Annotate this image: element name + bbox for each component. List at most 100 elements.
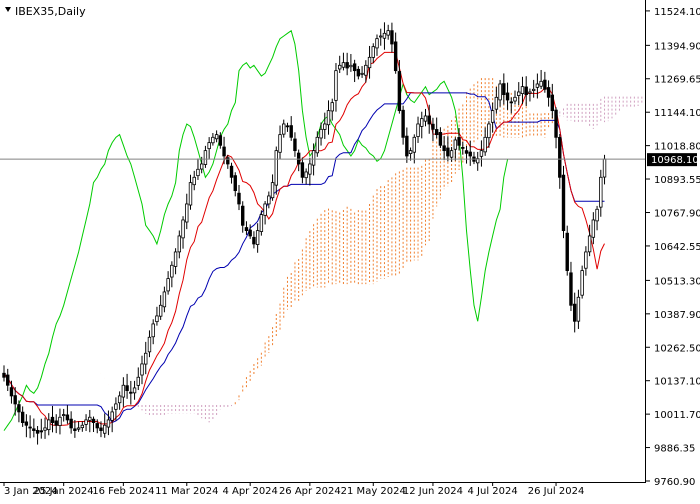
candle-up (278, 134, 282, 153)
candle-up (211, 136, 215, 144)
candle-up (498, 83, 502, 101)
candle-down (554, 109, 558, 138)
candle-up (170, 264, 174, 278)
candle-down (289, 125, 293, 138)
candle-up (449, 150, 454, 158)
candle-down (2, 372, 6, 378)
candle-down (285, 125, 290, 128)
candle-up (349, 64, 353, 68)
candle-up (84, 419, 88, 425)
candle-up (43, 427, 47, 431)
y-tick-label: 11524.10 (654, 7, 700, 18)
x-tick-label: 21 May 2024 (341, 486, 406, 497)
candle-down (296, 152, 301, 165)
candle-up (88, 416, 92, 421)
candle-down (561, 174, 566, 232)
y-tick-label: 11144.10 (654, 108, 700, 119)
candle-up (155, 315, 159, 323)
candle-down (32, 428, 36, 431)
candle-up (47, 419, 51, 431)
candle-up (412, 136, 416, 153)
candle-down (28, 426, 32, 429)
candle-down (24, 421, 29, 426)
candle-up (479, 150, 484, 157)
price-axis-border (645, 0, 646, 483)
candle-down (9, 387, 14, 397)
candle-up (490, 110, 495, 123)
candle-down (95, 423, 99, 429)
candle-up (535, 83, 540, 88)
candle-up (147, 336, 152, 353)
candle-down (543, 79, 547, 90)
candle-down (229, 165, 234, 178)
x-tick-label: 26 Apr 2024 (279, 486, 341, 497)
candle-down (39, 430, 43, 433)
candle-down (546, 87, 551, 98)
candle-down (565, 232, 569, 272)
candle-down (218, 135, 223, 146)
candle-up (580, 270, 584, 296)
candle-up (416, 123, 420, 137)
time-axis-border (0, 482, 646, 483)
candle-up (337, 64, 342, 70)
candle-down (572, 303, 577, 322)
candle-up (323, 123, 327, 130)
candle-up (136, 376, 140, 386)
candle-down (237, 192, 241, 205)
candle-up (117, 395, 122, 404)
y-tick-label: 11018.80 (654, 142, 700, 153)
candle-down (442, 145, 446, 152)
candle-up (584, 251, 588, 269)
candle-down (293, 138, 297, 152)
candle-down (35, 429, 40, 434)
candle-down (468, 151, 472, 157)
candle-up (267, 195, 271, 205)
candle-up (364, 64, 368, 76)
candle-up (595, 208, 599, 222)
candle-down (233, 175, 237, 192)
candle-down (6, 374, 10, 386)
candle-down (356, 68, 361, 77)
candle-up (341, 62, 346, 68)
candle-down (300, 162, 305, 178)
candle-down (244, 227, 249, 232)
candle-up (487, 123, 491, 139)
candle-up (270, 182, 275, 199)
candle-up (408, 150, 413, 154)
candle-up (58, 416, 62, 426)
candle-up (308, 163, 312, 175)
y-tick-label: 10011.70 (654, 410, 700, 421)
candle-up (274, 150, 278, 186)
y-tick-label: 10767.90 (654, 209, 700, 220)
current-price-badge: 10968.10 (647, 153, 699, 167)
candle-up (483, 136, 487, 153)
candle-up (326, 110, 331, 126)
candle-up (214, 134, 219, 140)
candle-up (192, 176, 196, 186)
candle-down (69, 418, 73, 429)
candle-down (54, 420, 58, 426)
candle-up (513, 96, 517, 102)
candle-up (423, 115, 428, 122)
candle-up (181, 219, 185, 239)
candle-down (393, 41, 398, 72)
candle-up (591, 219, 596, 238)
candle-down (17, 404, 21, 413)
candle-up (80, 424, 85, 429)
candle-down (569, 272, 573, 306)
ichimoku-chart: 11524.10 11394.90 11269.65 11144.10 11018.80… (0, 0, 700, 500)
candle-down (241, 205, 245, 226)
candle-up (162, 291, 167, 308)
candle-down (558, 137, 562, 178)
y-tick-label: 10387.90 (654, 310, 700, 321)
candle-up (259, 214, 264, 232)
candle-up (61, 414, 66, 416)
candle-up (311, 150, 316, 166)
candle-up (199, 163, 204, 170)
y-tick-label: 11394.90 (654, 41, 700, 52)
candle-down (427, 115, 431, 125)
candle-up (263, 203, 267, 216)
candle-up (114, 403, 118, 410)
candle-down (524, 86, 528, 96)
candle-down (405, 135, 409, 157)
